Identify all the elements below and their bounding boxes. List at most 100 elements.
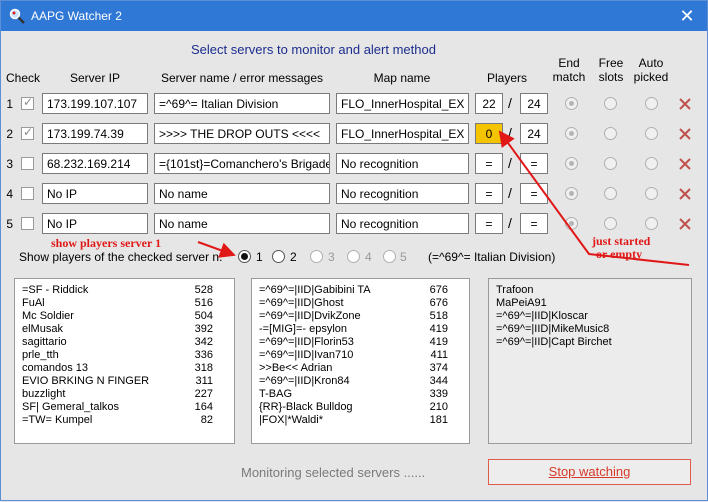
col-header-server-ip: Server IP [69,71,120,85]
max-players-field[interactable]: = [520,153,548,174]
server-name-field[interactable]: =^69^= Italian Division [154,93,330,114]
player-score: 318 [194,362,213,374]
player-name: comandos 13 [22,362,89,374]
col-header-check: Check [6,71,41,85]
auto-picked-radio[interactable] [645,217,658,230]
free-slots-radio[interactable] [604,127,617,140]
players-count-field[interactable]: = [475,213,503,234]
player-score: 164 [194,401,213,413]
player-score: 181 [429,414,448,426]
player-score: 342 [194,336,213,348]
free-slots-radio[interactable] [604,97,617,110]
map-name-field[interactable]: No recognition [336,153,469,174]
server-select-radio-3[interactable] [310,250,323,263]
player-name: =^69^=|IID|Kron84 [259,375,350,387]
player-score: 518 [429,310,448,322]
player-row: =^69^=|IID|Kron84 344 [259,375,462,388]
status-text: Monitoring selected servers ...... [241,465,426,480]
player-row: EVIO BRKING N FINGER 311 [22,375,227,388]
player-row: buzzlight 227 [22,388,227,401]
server-select-radio-2[interactable] [272,250,285,263]
server-ip-field[interactable]: No IP [42,213,148,234]
delete-x-icon[interactable] [678,97,692,111]
player-row: |FOX|*Waldi* 181 [259,414,462,427]
row-number: 2 [6,127,13,141]
server-ip-field[interactable]: 173.199.74.39 [42,123,148,144]
map-name-field[interactable]: FLO_InnerHospital_EX [336,123,469,144]
app-window: AAPG Watcher 2 ✕ Select servers to monit… [0,0,708,501]
stop-watching-button[interactable]: Stop watching [488,459,691,485]
close-icon[interactable]: ✕ [667,1,707,31]
player-name: T-BAG [259,388,293,400]
player-score: 82 [200,414,213,426]
player-name: =^69^=|IID|Ghost [259,297,344,309]
end-match-radio[interactable] [565,187,578,200]
server-checkbox[interactable] [21,95,34,110]
player-score: 227 [194,388,213,400]
server-checkbox[interactable] [21,217,34,230]
player-name: Trafoon [496,284,534,296]
player-list-panel-1[interactable]: =SF - Riddick 528 FuAl 516 Mc Soldier 504 elMu… [14,278,235,444]
free-slots-radio[interactable] [604,217,617,230]
players-count-field[interactable]: = [475,183,503,204]
window-title: AAPG Watcher 2 [31,9,122,23]
max-players-field[interactable]: = [520,213,548,234]
max-players-field[interactable]: 24 [520,123,548,144]
player-score: 344 [429,375,448,387]
server-ip-field[interactable]: 173.199.107.107 [42,93,148,114]
end-match-radio[interactable] [565,97,578,110]
server-checkbox[interactable] [21,187,34,200]
end-match-radio[interactable] [565,217,578,230]
player-name: |FOX|*Waldi* [259,414,323,426]
title-bar: AAPG Watcher 2 ✕ [1,1,707,31]
player-list-panel-2[interactable]: =^69^=|IID|Gabibini TA 676 =^69^=|IID|Ghos… [251,278,470,444]
map-name-field[interactable]: No recognition [336,183,469,204]
map-name-field[interactable]: No recognition [336,213,469,234]
server-checkbox[interactable] [21,157,34,170]
free-slots-radio[interactable] [604,187,617,200]
auto-picked-radio[interactable] [645,127,658,140]
max-players-field[interactable]: = [520,183,548,204]
delete-x-icon[interactable] [678,187,692,201]
server-name-field[interactable]: No name [154,183,330,204]
player-name: =^69^=|IID|Ivan710 [259,349,354,361]
server-select-radio-1[interactable] [238,250,251,263]
server-name-field[interactable]: No name [154,213,330,234]
player-row: >>Be<< Adrian 374 [259,362,462,375]
auto-picked-radio[interactable] [645,157,658,170]
map-name-field[interactable]: FLO_InnerHospital_EX [336,93,469,114]
delete-x-icon[interactable] [678,217,692,231]
server-checkbox[interactable] [21,125,34,140]
max-players-field[interactable]: 24 [520,93,548,114]
auto-picked-radio[interactable] [645,187,658,200]
player-name: {RR}-Black Bulldog [259,401,353,413]
player-list-panel-3[interactable]: Trafoon MaPeiA91 =^69^=|IID|Kloscar =^69^=|… [488,278,692,444]
end-match-radio[interactable] [565,127,578,140]
server-name-field[interactable]: ={101st}=Comanchero's Brigade [154,153,330,174]
player-row: =^69^=|IID|Gabibini TA 676 [259,284,462,297]
player-name: buzzlight [22,388,66,400]
delete-x-icon[interactable] [678,157,692,171]
delete-x-icon[interactable] [678,127,692,141]
player-name: FuAl [22,297,45,309]
end-match-radio[interactable] [565,157,578,170]
selected-server-name: (=^69^= Italian Division) [428,250,556,264]
server-ip-field[interactable]: No IP [42,183,148,204]
auto-picked-radio[interactable] [645,97,658,110]
player-row: prle_tth 336 [22,349,227,362]
slash-separator: / [508,185,512,201]
server-name-field[interactable]: >>>> THE DROP OUTS <<<< [154,123,330,144]
players-count-field[interactable]: 22 [475,93,503,114]
show-players-label: Show players of the checked server n. [19,250,223,264]
player-name: =^69^=|IID|Kloscar [496,310,588,322]
server-ip-field[interactable]: 68.232.169.214 [42,153,148,174]
player-name: EVIO BRKING N FINGER [22,375,150,387]
server-select-radio-4[interactable] [347,250,360,263]
free-slots-radio[interactable] [604,157,617,170]
server-select-radio-5[interactable] [383,250,396,263]
row-number: 1 [6,97,13,111]
players-count-field[interactable]: 0 [475,123,503,144]
page-title: Select servers to monitor and alert meth… [191,42,436,57]
players-count-field[interactable]: = [475,153,503,174]
player-row: =SF - Riddick 528 [22,284,227,297]
